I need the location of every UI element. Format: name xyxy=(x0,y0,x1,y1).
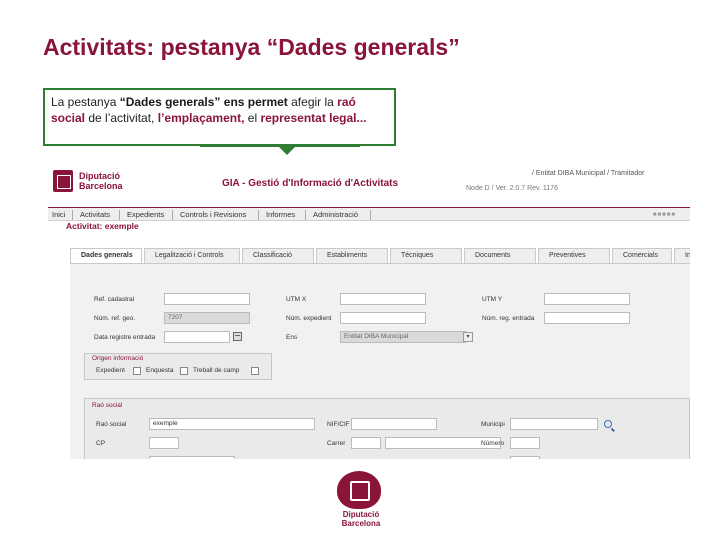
treball-camp-checkbox-label: Treball de camp xyxy=(193,367,240,374)
menu-item-informes[interactable]: Informes xyxy=(266,210,295,219)
rao-social-label: Raó social xyxy=(96,421,127,428)
ens-label: Ens xyxy=(286,334,298,341)
data-registre-entrada-label: Data registre entrada xyxy=(94,334,156,341)
num-ref-geo-input: 7207 xyxy=(164,312,250,324)
utm-x-label: UTM X xyxy=(286,296,307,303)
callout-text-1: La pestanya xyxy=(51,95,120,109)
diputacio-footer-logo-icon xyxy=(337,471,381,509)
callout-text-2: afegir la xyxy=(287,95,338,109)
app-screenshot: Diputació Barcelona GIA - Gestió d'Infor… xyxy=(48,163,690,459)
menu-separator xyxy=(305,210,306,220)
menu-separator xyxy=(172,210,173,220)
rao-social-group: Raó social Raó social exemple NIF/CIF Mu… xyxy=(84,398,690,459)
app-logo-line2: Barcelona xyxy=(79,181,123,191)
tab-classificacio[interactable]: Classificació xyxy=(242,248,314,263)
partial-input-row[interactable] xyxy=(510,456,540,459)
utm-x-input[interactable] xyxy=(340,293,426,305)
ref-cadastral-input[interactable] xyxy=(164,293,250,305)
menu-item-expedients[interactable]: Expedients xyxy=(127,210,164,219)
data-registre-entrada-input[interactable] xyxy=(164,331,230,343)
expedient-checkbox-label: Expedient xyxy=(96,367,125,374)
nif-cif-label: NIF/CIF xyxy=(327,421,350,428)
tab-preventives[interactable]: Preventives xyxy=(538,248,610,263)
menu-separator xyxy=(370,210,371,220)
partial-input-row[interactable] xyxy=(149,456,235,459)
footer-logo-line2: Barcelona xyxy=(341,519,381,528)
app-title: GIA - Gestió d'Informació d'Activitats xyxy=(222,178,399,189)
footer-logo-text: Diputació Barcelona xyxy=(336,510,386,528)
num-reg-entrada-input[interactable] xyxy=(544,312,630,324)
callout-bold-1: “Dades generals” ens permet xyxy=(119,95,288,109)
menu-item-controls-revisions[interactable]: Controls i Revisions xyxy=(180,210,246,219)
num-expedient-label: Núm. expedient xyxy=(286,315,332,322)
tab-tecniques[interactable]: Tècniques xyxy=(390,248,462,263)
app-breadcrumb[interactable]: / Entitat DIBA Municipal / Tramitador xyxy=(532,170,644,177)
footer-logo-line1: Diputació xyxy=(342,510,380,519)
app-logo-line1: Diputació xyxy=(79,171,121,181)
num-expedient-input[interactable] xyxy=(340,312,426,324)
utm-y-input[interactable] xyxy=(544,293,630,305)
callout-highlight-emplacament: l’emplaçament, xyxy=(157,111,245,125)
menu-item-activitats[interactable]: Activitats xyxy=(80,210,110,219)
app-version: Node D / Ver. 2.0.7 Rev. 1176 xyxy=(466,185,558,192)
tab-legalitzacio-controls[interactable]: Legalització i Controls xyxy=(144,248,240,263)
menu-separator xyxy=(258,210,259,220)
rao-social-group-title: Raó social xyxy=(92,402,123,409)
nif-cif-input[interactable] xyxy=(351,418,437,430)
numero-label: Número xyxy=(481,440,505,447)
ens-select[interactable]: Entitat DIBA Municipal xyxy=(340,331,466,343)
num-ref-geo-label: Núm. ref. geo. xyxy=(94,315,136,322)
app-logo-text: Diputació Barcelona xyxy=(79,171,123,191)
num-reg-entrada-label: Núm. reg. entrada xyxy=(482,315,535,322)
page-heading: Activitat: exemple xyxy=(66,221,139,231)
dades-generals-panel: Ref. cadastral UTM X UTM Y Núm. ref. geo… xyxy=(70,263,690,459)
main-menu: Inici Activitats Expedients Controls i R… xyxy=(48,207,690,221)
enquesta-checkbox[interactable] xyxy=(180,367,188,375)
carrer-type-input[interactable] xyxy=(351,437,381,449)
expedient-checkbox[interactable] xyxy=(133,367,141,375)
menu-item-administracio[interactable]: Administració xyxy=(313,210,358,219)
cp-input[interactable] xyxy=(149,437,179,449)
tab-documents[interactable]: Documents xyxy=(464,248,536,263)
menu-more-icon[interactable]: ■■■■■ xyxy=(653,212,676,218)
callout-box: La pestanya “Dades generals” ens permet … xyxy=(43,88,396,146)
diputacio-logo-icon xyxy=(53,170,73,192)
tab-bar: Dades generals Legalització i Controls C… xyxy=(70,248,690,264)
origen-informacio-group: Origen informació Expedient Enquesta Tre… xyxy=(84,353,272,380)
cp-label: CP xyxy=(96,440,106,447)
menu-item-inici[interactable]: Inici xyxy=(52,210,65,219)
municipi-label: Municipi xyxy=(481,421,505,428)
callout-text-4: el xyxy=(244,111,261,125)
search-icon[interactable] xyxy=(604,420,612,428)
numero-input[interactable] xyxy=(510,437,540,449)
menu-separator xyxy=(119,210,120,220)
tab-comercials[interactable]: Comercials xyxy=(612,248,672,263)
origen-informacio-title: Origen informació xyxy=(92,355,144,362)
tab-establiments[interactable]: Establiments xyxy=(316,248,388,263)
rao-social-input[interactable]: exemple xyxy=(149,418,315,430)
tab-incendis[interactable]: Incendis xyxy=(674,248,690,263)
utm-y-label: UTM Y xyxy=(482,296,503,303)
callout-pointer xyxy=(278,146,296,155)
menu-separator xyxy=(72,210,73,220)
treball-camp-checkbox[interactable] xyxy=(251,367,259,375)
calendar-icon[interactable] xyxy=(233,332,242,341)
tab-dades-generals[interactable]: Dades generals xyxy=(70,248,142,264)
ref-cadastral-label: Ref. cadastral xyxy=(94,296,135,303)
municipi-input[interactable] xyxy=(510,418,598,430)
callout-text-3: de l’activitat, xyxy=(85,111,158,125)
chevron-down-icon[interactable]: ▾ xyxy=(463,332,473,342)
callout-highlight-representant: representat legal... xyxy=(260,111,367,125)
carrer-label: Carrer xyxy=(327,440,346,447)
enquesta-checkbox-label: Enquesta xyxy=(146,367,174,374)
slide-title: Activitats: pestanya “Dades generals” xyxy=(43,34,460,60)
app-header: Diputació Barcelona GIA - Gestió d'Infor… xyxy=(48,163,690,203)
